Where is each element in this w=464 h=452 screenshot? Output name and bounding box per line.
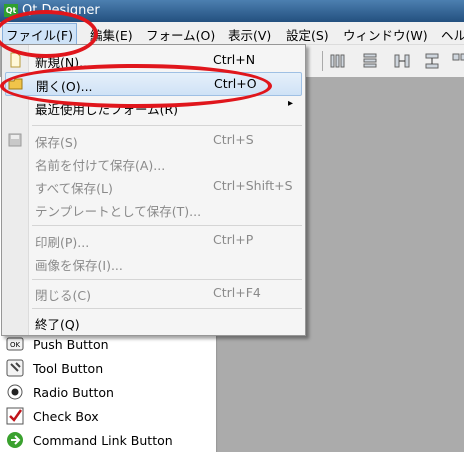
save-icon xyxy=(8,133,22,147)
widget-item-label: Command Link Button xyxy=(33,432,173,448)
menu-separator xyxy=(32,308,302,309)
menu-item-save-as-template[interactable]: テンプレートとして保存(T)... xyxy=(2,198,305,220)
menu-separator xyxy=(32,225,302,226)
menu-window[interactable]: ウィンドウ(W) xyxy=(343,25,428,44)
menu-item-close[interactable]: 閉じる(C) Ctrl+F4 xyxy=(2,282,305,304)
toolbar xyxy=(300,45,464,78)
command-link-icon xyxy=(6,431,24,449)
menu-edit[interactable]: 編集(E) xyxy=(90,25,133,44)
title-bar: Qt Qt Designer xyxy=(0,0,464,22)
menu-separator xyxy=(32,279,302,280)
widget-item-push-button[interactable]: OK Push Button xyxy=(6,333,109,355)
window-title: Qt Designer xyxy=(22,3,100,18)
menu-view[interactable]: 表示(V) xyxy=(228,25,271,44)
widget-item-label: Check Box xyxy=(33,408,99,424)
submenu-arrow-icon: ▸ xyxy=(288,98,294,109)
svg-text:OK: OK xyxy=(10,341,21,349)
open-folder-icon xyxy=(8,78,23,90)
widget-item-check-box[interactable]: Check Box xyxy=(6,405,99,427)
menu-settings[interactable]: 設定(S) xyxy=(286,25,329,44)
tool-button-icon xyxy=(6,359,24,377)
widget-item-label: Radio Button xyxy=(33,384,114,400)
menu-item-open[interactable]: 開く(O)... Ctrl+O xyxy=(5,72,302,96)
menu-bar: ファイル(F) 編集(E) フォーム(O) 表示(V) 設定(S) ウィンドウ(… xyxy=(0,22,464,46)
radio-button-icon xyxy=(6,383,24,401)
menu-separator xyxy=(32,125,302,126)
menu-item-quit[interactable]: 終了(Q) xyxy=(2,311,305,333)
menu-item-save-as[interactable]: 名前を付けて保存(A)... xyxy=(2,152,305,174)
toolbar-separator xyxy=(322,51,323,71)
vertical-splitter-icon[interactable] xyxy=(424,53,440,69)
menu-item-save-image[interactable]: 画像を保存(I)... xyxy=(2,252,305,274)
layout-horizontal-icon[interactable] xyxy=(330,53,346,69)
layout-grid-icon[interactable] xyxy=(452,53,464,69)
qt-logo-icon: Qt xyxy=(4,4,18,17)
widget-item-label: Tool Button xyxy=(33,360,104,376)
widget-item-label: Push Button xyxy=(33,336,109,352)
menu-form[interactable]: フォーム(O) xyxy=(146,25,215,44)
menu-file[interactable]: ファイル(F) xyxy=(2,23,77,46)
menu-item-recent-forms[interactable]: 最近使用したフォーム(R) ▸ xyxy=(2,96,305,118)
widget-item-command-link[interactable]: Command Link Button xyxy=(6,429,173,451)
widget-item-tool-button[interactable]: Tool Button xyxy=(6,357,103,379)
check-box-icon xyxy=(6,407,24,425)
push-button-icon: OK xyxy=(6,335,24,353)
layout-vertical-icon[interactable] xyxy=(362,53,378,69)
widget-item-radio-button[interactable]: Radio Button xyxy=(6,381,114,403)
horizontal-splitter-icon[interactable] xyxy=(394,53,410,69)
menu-item-save-all[interactable]: すべて保存(L) Ctrl+Shift+S xyxy=(2,175,305,197)
menu-item-new[interactable]: 新規(N)... Ctrl+N xyxy=(2,49,305,71)
file-menu-dropdown: 新規(N)... Ctrl+N 開く(O)... Ctrl+O 最近使用したフォ… xyxy=(1,44,306,336)
menu-item-print[interactable]: 印刷(P)... Ctrl+P xyxy=(2,229,305,251)
menu-item-save[interactable]: 保存(S) Ctrl+S xyxy=(2,129,305,151)
menu-help[interactable]: ヘル xyxy=(441,25,464,44)
new-file-icon xyxy=(10,52,21,68)
